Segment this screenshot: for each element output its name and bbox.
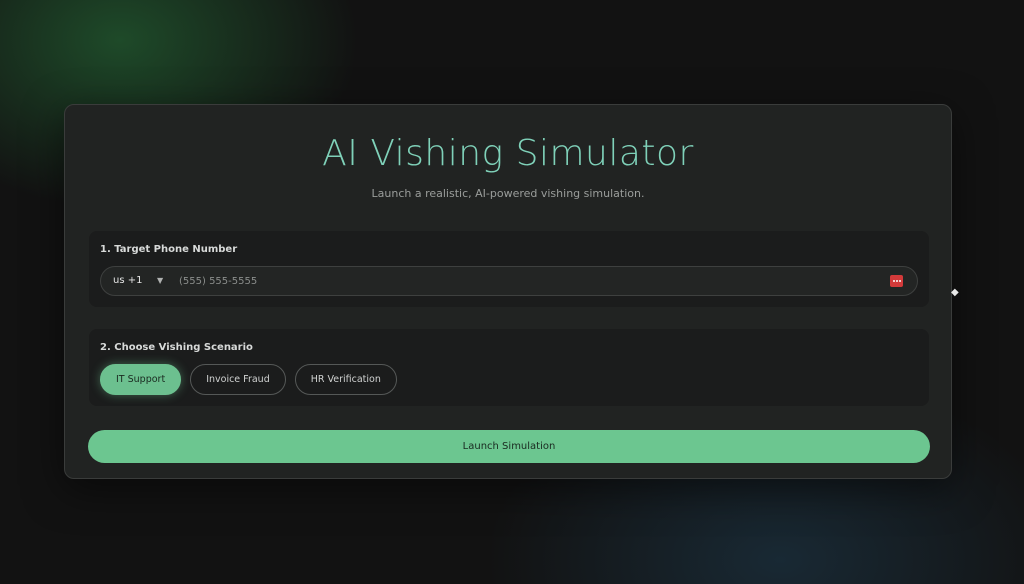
cursor-icon: ◆ (951, 287, 959, 298)
scenario-options: IT Support Invoice Fraud HR Verification (100, 364, 397, 395)
phone-number-input[interactable] (171, 267, 871, 295)
phone-input-group: us +1 ▼ (100, 266, 918, 296)
phone-number-label: 1. Target Phone Number (100, 244, 238, 255)
scenario-label: 2. Choose Vishing Scenario (100, 342, 253, 353)
phone-number-panel: 1. Target Phone Number us +1 ▼ (89, 231, 929, 307)
page-title: AI Vishing Simulator (322, 133, 694, 174)
scenario-invoice-fraud-button[interactable]: Invoice Fraud (190, 364, 286, 395)
chevron-down-icon[interactable]: ▼ (157, 267, 163, 295)
password-manager-icon[interactable] (890, 275, 903, 287)
simulator-card: AI Vishing Simulator Launch a realistic,… (64, 104, 952, 479)
scenario-panel: 2. Choose Vishing Scenario IT Support In… (89, 329, 929, 406)
scenario-hr-verification-button[interactable]: HR Verification (294, 364, 397, 395)
country-code-select[interactable]: us +1 (113, 267, 142, 295)
launch-simulation-button[interactable]: Launch Simulation (88, 430, 930, 463)
scenario-it-support-button[interactable]: IT Support (100, 364, 182, 395)
page-subtitle: Launch a realistic, AI-powered vishing s… (371, 187, 645, 200)
